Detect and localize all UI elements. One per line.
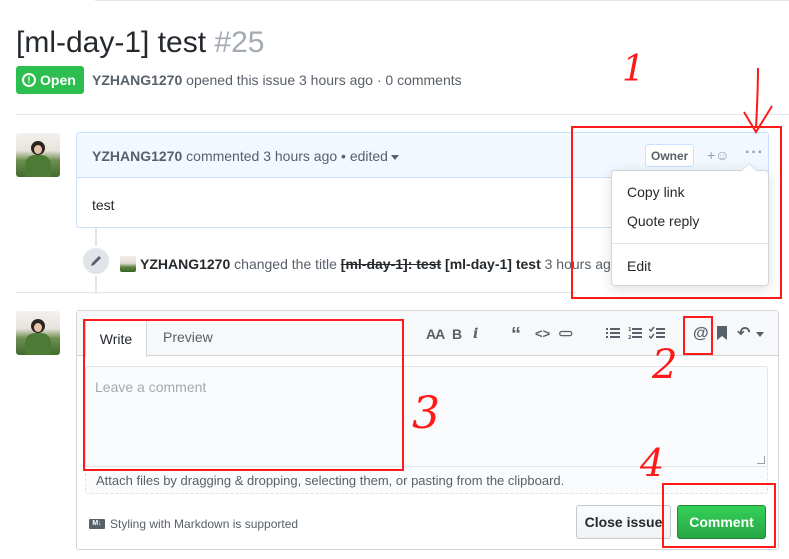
comment-author-link[interactable]: YZHANG1270 [92,148,182,164]
issue-meta: YZHANG1270 opened this issue 3 hours ago… [92,72,462,88]
reply-chevron-down-icon[interactable] [756,332,764,337]
unordered-list-icon[interactable] [606,326,620,343]
markdown-help[interactable]: M↓ Styling with Markdown is supported [89,517,298,531]
annotation-box-3 [83,319,404,471]
task-list-icon[interactable] [648,326,665,343]
comment-meta-text[interactable]: commented 3 hours ago • edited [186,148,388,164]
resize-handle-icon[interactable] [757,456,765,464]
svg-text:1: 1 [628,327,632,333]
top-divider [95,0,789,1]
italic-icon[interactable]: i [473,326,478,342]
comment-body: test [92,197,115,213]
annotation-label-4: 4 [640,441,665,485]
current-user-avatar[interactable] [16,311,60,355]
chevron-down-icon[interactable] [390,154,399,160]
annotation-label-1: 1 [622,49,645,90]
header-divider [16,114,789,115]
quote-icon[interactable]: “ [511,325,521,345]
issue-number: #25 [214,26,265,59]
close-issue-button[interactable]: Close issue [576,505,671,539]
annotation-box-2 [683,316,713,355]
event-verb: changed the title [234,256,337,272]
annotation-box-4 [662,483,776,548]
link-icon[interactable]: ⊂⊃ [558,326,574,342]
bold-icon[interactable]: B [452,326,462,342]
saved-replies-icon[interactable] [717,326,727,343]
ordered-list-icon[interactable]: 12 [628,326,642,343]
header-text-icon[interactable]: AA [426,326,445,342]
issue-author-link[interactable]: YZHANG1270 [92,72,182,88]
title-change-event: YZHANG1270 changed the title [ml-day-1]:… [140,256,619,272]
avatar[interactable] [16,133,60,177]
comment-meta: YZHANG1270 commented 3 hours ago • edite… [92,148,399,164]
issue-title: [ml-day-1] test #25 [16,24,264,62]
annotation-box-1 [571,126,782,299]
annotation-label-3: 3 [412,388,440,439]
svg-text:2: 2 [628,335,632,340]
reply-icon[interactable]: ↶ [737,326,750,342]
markdown-help-text[interactable]: Styling with Markdown is supported [110,517,298,531]
annotation-arrow-icon [743,67,773,134]
issue-state-badge: ! Open [16,66,84,94]
timeline-divider [16,292,576,293]
issue-title-text: [ml-day-1] test [16,26,207,59]
open-issue-icon: ! [22,73,36,87]
event-new-title: [ml-day-1] test [445,256,541,272]
code-icon[interactable]: <> [535,326,550,342]
issue-state-label: Open [40,72,76,88]
event-avatar[interactable] [120,256,136,272]
event-actor-link[interactable]: YZHANG1270 [140,256,230,272]
markdown-icon: M↓ [89,519,105,529]
annotation-label-2: 2 [652,342,678,388]
issue-meta-text: opened this issue 3 hours ago · 0 commen… [186,72,462,88]
pencil-icon [81,246,111,276]
event-old-title: [ml-day-1]: test [340,256,442,272]
